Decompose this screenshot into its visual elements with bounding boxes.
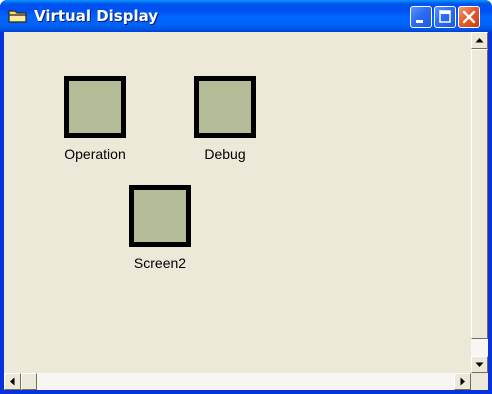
window-title: Virtual Display xyxy=(34,7,159,25)
horizontal-scrollbar[interactable] xyxy=(4,373,471,390)
scrollbar-corner xyxy=(471,373,488,390)
scroll-right-button[interactable] xyxy=(454,373,471,390)
display-debug[interactable]: Debug xyxy=(166,76,286,186)
scroll-down-button[interactable] xyxy=(471,356,488,373)
vertical-scrollbar[interactable] xyxy=(471,32,488,373)
vertical-scroll-thumb[interactable] xyxy=(471,49,488,339)
display-label: Screen2 xyxy=(133,255,187,271)
horizontal-scroll-thumb[interactable] xyxy=(21,373,37,390)
close-button[interactable] xyxy=(458,6,480,28)
maximize-button[interactable] xyxy=(434,6,456,28)
display-screen-icon xyxy=(194,76,256,138)
folder-icon xyxy=(8,8,28,24)
title-bar[interactable]: Virtual Display xyxy=(0,0,492,32)
display-screen2[interactable]: Screen2 xyxy=(101,185,221,295)
scroll-left-button[interactable] xyxy=(4,373,21,390)
display-screen-icon xyxy=(64,76,126,138)
scroll-up-button[interactable] xyxy=(471,32,488,49)
virtual-display-window: Virtual Display Operation Debug Screen2 xyxy=(0,0,492,394)
display-screen-icon xyxy=(129,185,191,247)
display-label: Debug xyxy=(204,146,246,162)
display-canvas: Operation Debug Screen2 xyxy=(4,32,471,373)
client-area: Operation Debug Screen2 xyxy=(4,32,488,390)
minimize-button[interactable] xyxy=(410,6,432,28)
display-operation[interactable]: Operation xyxy=(36,76,156,186)
display-label: Operation xyxy=(64,146,126,162)
